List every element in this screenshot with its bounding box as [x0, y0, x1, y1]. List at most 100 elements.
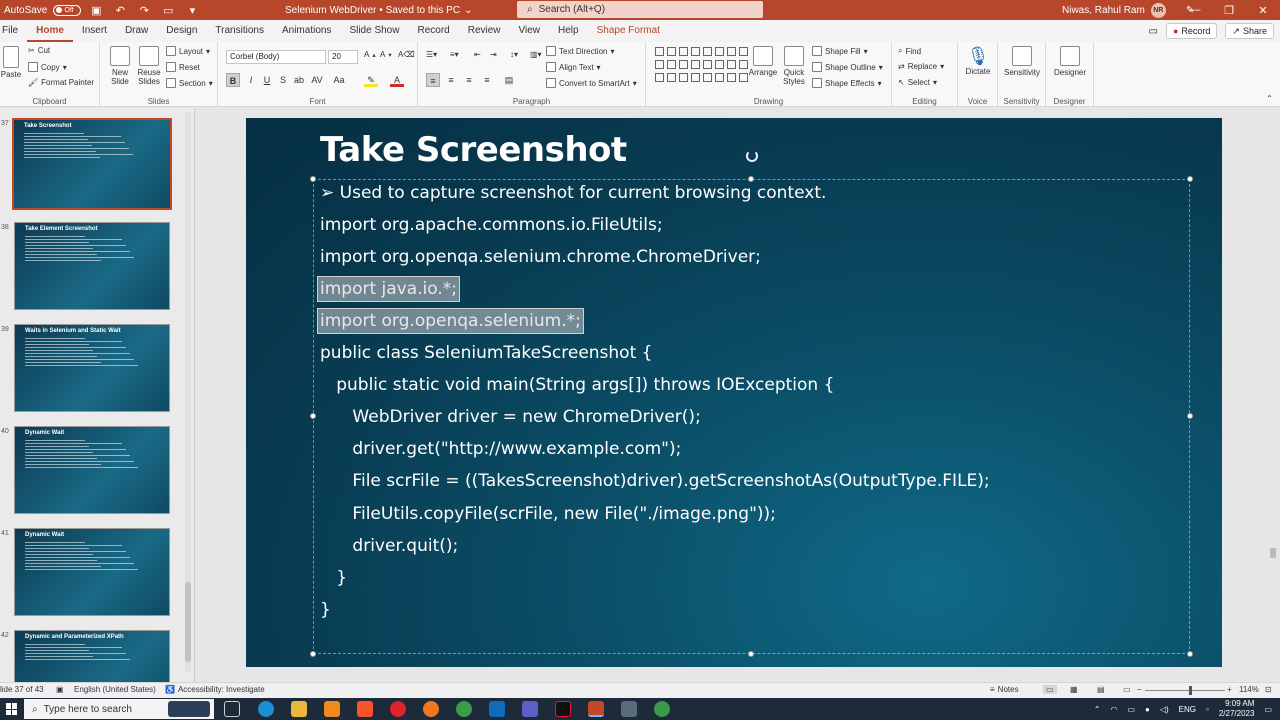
outlook-icon[interactable]	[489, 701, 505, 717]
accessibility-status[interactable]: ♿ Accessibility: Investigate	[165, 685, 265, 694]
resize-handle[interactable]	[310, 651, 316, 657]
normal-view-icon[interactable]: ▭	[1043, 685, 1057, 694]
tab-review[interactable]: Review	[459, 20, 510, 42]
layout-button[interactable]: Layout ▾	[166, 46, 210, 56]
language[interactable]: ENG	[1179, 705, 1196, 714]
user-account[interactable]: Niwas, Rahul Ram NR ✎	[1062, 0, 1194, 20]
edge-icon[interactable]	[258, 701, 274, 717]
resize-handle[interactable]	[310, 176, 316, 182]
widgets-icon[interactable]	[168, 701, 210, 717]
font-name-select[interactable]: Corbel (Body)	[226, 50, 326, 64]
firefox-icon[interactable]	[423, 701, 439, 717]
start-icon[interactable]	[6, 703, 18, 715]
restore-icon[interactable]: ❐	[1212, 0, 1246, 20]
decrease-indent-icon[interactable]: ⇤	[474, 50, 481, 59]
shadow-icon[interactable]: ab	[292, 73, 306, 87]
autosave-toggle[interactable]: Off	[53, 4, 82, 16]
slide-sorter-icon[interactable]: ▦	[1070, 685, 1078, 694]
columns-icon[interactable]: ▥▾	[530, 50, 542, 59]
distributed-icon[interactable]: ▤	[502, 73, 516, 87]
tab-shape-format[interactable]: Shape Format	[588, 20, 669, 42]
resize-handle[interactable]	[310, 413, 316, 419]
notes-button[interactable]: ≡ Notes	[990, 685, 1019, 694]
reuse-slides-button[interactable]: Reuse Slides	[136, 46, 162, 86]
present-icon[interactable]: ▭	[159, 1, 177, 19]
microphone-icon[interactable]: ●	[1145, 705, 1150, 714]
slide-thumbnail[interactable]: Take Screenshot	[12, 118, 172, 210]
cut-button[interactable]: ✂ Cut	[28, 46, 50, 55]
tab-design[interactable]: Design	[157, 20, 206, 42]
shape-effects-button[interactable]: Shape Effects ▾	[812, 78, 882, 88]
decrease-font-icon[interactable]: A ▾	[380, 50, 392, 59]
resize-handle[interactable]	[748, 176, 754, 182]
chrome-icon[interactable]	[654, 701, 670, 717]
intellij-icon[interactable]	[555, 701, 571, 717]
collapse-ribbon-icon[interactable]: ⌃	[1266, 94, 1273, 103]
align-center-icon[interactable]: ≡	[444, 73, 458, 87]
tab-record[interactable]: Record	[408, 20, 458, 42]
tab-home[interactable]: Home	[27, 20, 73, 42]
zoom-level[interactable]: 114%	[1239, 685, 1259, 694]
sensitivity-button[interactable]: Sensitivity	[1002, 46, 1042, 77]
undo-icon[interactable]: ↶	[111, 1, 129, 19]
resize-handle[interactable]	[1187, 651, 1193, 657]
fit-slide-icon[interactable]: ⊡	[1265, 685, 1272, 694]
italic-icon[interactable]: I	[244, 73, 258, 87]
align-right-icon[interactable]: ≡	[462, 73, 476, 87]
arrange-button[interactable]: Arrange	[748, 46, 778, 77]
shape-fill-button[interactable]: Shape Fill ▾	[812, 46, 868, 56]
teams-icon[interactable]	[522, 701, 538, 717]
file-explorer-icon[interactable]	[291, 701, 307, 717]
clear-format-icon[interactable]: A⌫	[398, 50, 415, 59]
slide-thumbnail[interactable]: Dynamic Wait	[14, 528, 170, 616]
strikethrough-icon[interactable]: S	[276, 73, 290, 87]
task-view-icon[interactable]	[224, 701, 240, 717]
section-button[interactable]: Section ▾	[166, 78, 213, 88]
zoom-slider[interactable]	[1145, 686, 1225, 695]
zoom-in-icon[interactable]: +	[1227, 685, 1232, 694]
save-icon[interactable]: ▣	[87, 1, 105, 19]
tab-transitions[interactable]: Transitions	[206, 20, 273, 42]
slideshow-view-icon[interactable]: ▭	[1123, 685, 1131, 694]
volume-icon[interactable]: ◁)	[1160, 705, 1169, 714]
tab-draw[interactable]: Draw	[116, 20, 157, 42]
tab-animations[interactable]: Animations	[273, 20, 340, 42]
chevron-up-icon[interactable]: ⌃	[1094, 705, 1101, 714]
select-button[interactable]: ↖ Select ▾	[898, 78, 937, 87]
close-icon[interactable]: ✕	[1246, 0, 1280, 20]
zoom-out-icon[interactable]: −	[1137, 685, 1142, 694]
record-button[interactable]: ● Record	[1165, 23, 1218, 39]
copy-button[interactable]: Copy ▾	[28, 62, 67, 72]
resize-handle[interactable]	[1187, 176, 1193, 182]
font-size-select[interactable]: 20	[328, 50, 358, 64]
current-slide[interactable]: Take Screenshot ➢ Used to capture screen…	[246, 118, 1222, 667]
slide-thumbnail[interactable]: Waits in Selenium and Static Wait	[14, 324, 170, 412]
minimize-icon[interactable]: —	[1178, 0, 1212, 20]
slide-thumbnail[interactable]: Dynamic and Parameterized XPath	[14, 630, 170, 682]
underline-icon[interactable]: U	[260, 73, 274, 87]
numbering-icon[interactable]: ≡▾	[450, 50, 459, 59]
resize-handle[interactable]	[748, 651, 754, 657]
language-indicator[interactable]: English (United States)	[74, 685, 156, 694]
format-painter-button[interactable]: 🖌 Format Painter	[28, 78, 94, 87]
shapes-gallery[interactable]	[655, 47, 748, 87]
chrome-icon[interactable]	[456, 701, 472, 717]
tab-view[interactable]: View	[510, 20, 550, 42]
new-slide-button[interactable]: New Slide	[108, 46, 132, 86]
slide-thumbnail[interactable]: Dynamic Wait	[14, 426, 170, 514]
align-left-icon[interactable]: ≡	[426, 73, 440, 87]
app-icon[interactable]	[621, 701, 637, 717]
comments-icon[interactable]: ▭	[1149, 26, 1158, 37]
wifi-icon[interactable]: ◠	[1110, 705, 1117, 714]
spell-check-icon[interactable]: ▣	[56, 685, 64, 694]
spacing-icon[interactable]: AV	[310, 73, 324, 87]
increase-font-icon[interactable]: A ▴	[364, 50, 376, 59]
increase-indent-icon[interactable]: ⇥	[490, 50, 497, 59]
search-box[interactable]: ⌕ Search (Alt+Q)	[517, 1, 763, 18]
tab-insert[interactable]: Insert	[73, 20, 116, 42]
text-direction-button[interactable]: Text Direction ▾	[546, 46, 614, 56]
redo-icon[interactable]: ↷	[135, 1, 153, 19]
tab-file[interactable]: File	[0, 20, 27, 42]
battery-icon[interactable]: ▭	[1127, 705, 1135, 714]
convert-smartart-button[interactable]: Convert to SmartArt ▾	[546, 78, 637, 88]
